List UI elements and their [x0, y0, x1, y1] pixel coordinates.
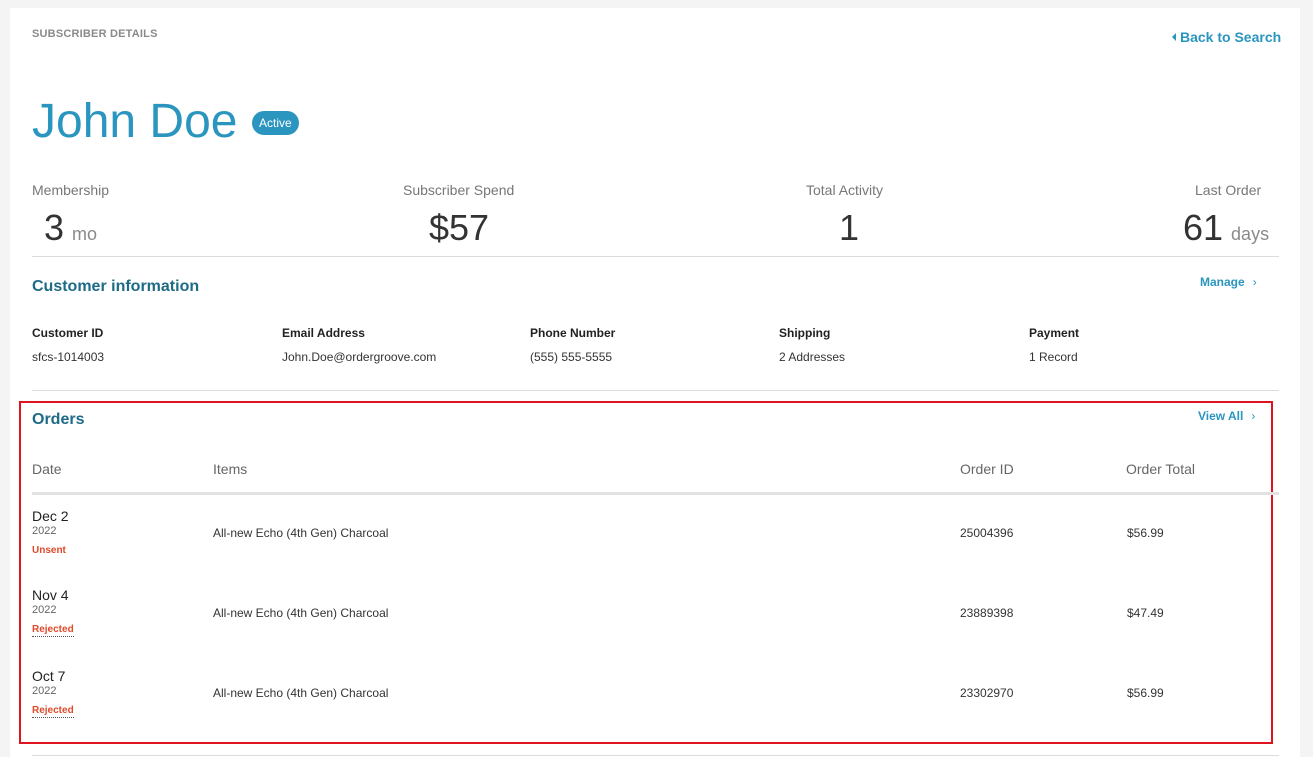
stat-unit: days: [1231, 224, 1270, 244]
order-item: All-new Echo (4th Gen) Charcoal: [213, 526, 389, 540]
customer-id-label: Customer ID: [32, 326, 104, 340]
order-id[interactable]: 23889398: [960, 606, 1013, 620]
payment-value: 1 Record: [1029, 350, 1078, 364]
chevron-right-icon: ›: [1252, 275, 1257, 289]
order-status-rejected[interactable]: Rejected: [32, 705, 74, 718]
table-row[interactable]: Oct 7 2022 Rejected: [32, 668, 74, 718]
stat-label-last-order: Last Order: [1195, 182, 1262, 198]
customer-info-title: Customer information: [32, 278, 200, 295]
order-date: Nov 4: [32, 587, 69, 603]
table-row[interactable]: Nov 4 2022 Rejected: [32, 587, 74, 637]
stat-label-spend: Subscriber Spend: [403, 182, 515, 198]
order-status-rejected[interactable]: Rejected: [32, 624, 74, 637]
order-id[interactable]: 23302970: [960, 686, 1013, 700]
divider: [32, 390, 1279, 391]
shipping-value: 2 Addresses: [779, 350, 846, 364]
view-all-link[interactable]: View All ›: [1198, 409, 1255, 423]
manage-label: Manage: [1200, 275, 1245, 289]
stat-value-membership: 3 mo: [44, 206, 97, 256]
back-to-search-link[interactable]: Back to Search: [1172, 29, 1281, 45]
back-to-search-label: Back to Search: [1180, 29, 1282, 45]
stat-number: $57: [429, 207, 490, 248]
order-total: $47.49: [1127, 606, 1164, 620]
stat-number: 61: [1183, 207, 1224, 248]
order-item: All-new Echo (4th Gen) Charcoal: [213, 606, 389, 620]
orders-highlight-box: [19, 401, 1273, 744]
divider: [32, 755, 1279, 756]
phone-label: Phone Number: [530, 326, 616, 340]
order-date: Oct 7: [32, 668, 66, 684]
chevron-right-icon: ›: [1251, 409, 1256, 423]
shipping-label: Shipping: [779, 326, 831, 340]
stat-number: 3: [44, 207, 65, 248]
column-header-order-total[interactable]: Order Total: [1126, 461, 1195, 477]
stat-value-spend: $57: [429, 206, 489, 250]
order-item: All-new Echo (4th Gen) Charcoal: [213, 686, 389, 700]
order-total: $56.99: [1127, 526, 1164, 540]
table-row[interactable]: Dec 2 2022 Unsent: [32, 508, 69, 558]
stat-value-last-order: 61 days: [1183, 206, 1269, 256]
view-all-label: View All: [1198, 409, 1244, 423]
customer-id-value: sfcs-1014003: [32, 350, 105, 364]
subscriber-name: John Doe: [32, 95, 238, 148]
stat-unit: mo: [72, 224, 98, 244]
order-id[interactable]: 25004396: [960, 526, 1013, 540]
table-header-divider: [32, 492, 1279, 495]
order-date: Dec 2: [32, 508, 69, 524]
status-badge: Active: [252, 111, 299, 135]
divider: [32, 256, 1279, 257]
order-year: 2022: [32, 525, 57, 537]
order-year: 2022: [32, 604, 57, 616]
order-year: 2022: [32, 685, 57, 697]
stat-label-activity: Total Activity: [806, 182, 884, 198]
order-status-unsent: Unsent: [32, 545, 66, 556]
manage-link[interactable]: Manage ›: [1200, 275, 1257, 289]
page-eyebrow: SUBSCRIBER DETAILS: [32, 28, 158, 40]
payment-label: Payment: [1029, 326, 1080, 340]
column-header-items[interactable]: Items: [213, 461, 247, 477]
email-value: John.Doe@ordergroove.com: [282, 350, 437, 364]
phone-value: (555) 555-5555: [530, 350, 613, 364]
email-label: Email Address: [282, 326, 365, 340]
orders-title: Orders: [32, 411, 85, 428]
caret-left-icon: [1172, 33, 1176, 41]
column-header-date[interactable]: Date: [32, 461, 62, 477]
subscriber-details-card: SUBSCRIBER DETAILS Back to Search John D…: [10, 8, 1300, 757]
stat-label-membership: Membership: [32, 182, 110, 198]
stat-number: 1: [839, 207, 860, 248]
order-total: $56.99: [1127, 686, 1164, 700]
stat-value-activity: 1: [839, 206, 859, 250]
column-header-order-id[interactable]: Order ID: [960, 461, 1014, 477]
